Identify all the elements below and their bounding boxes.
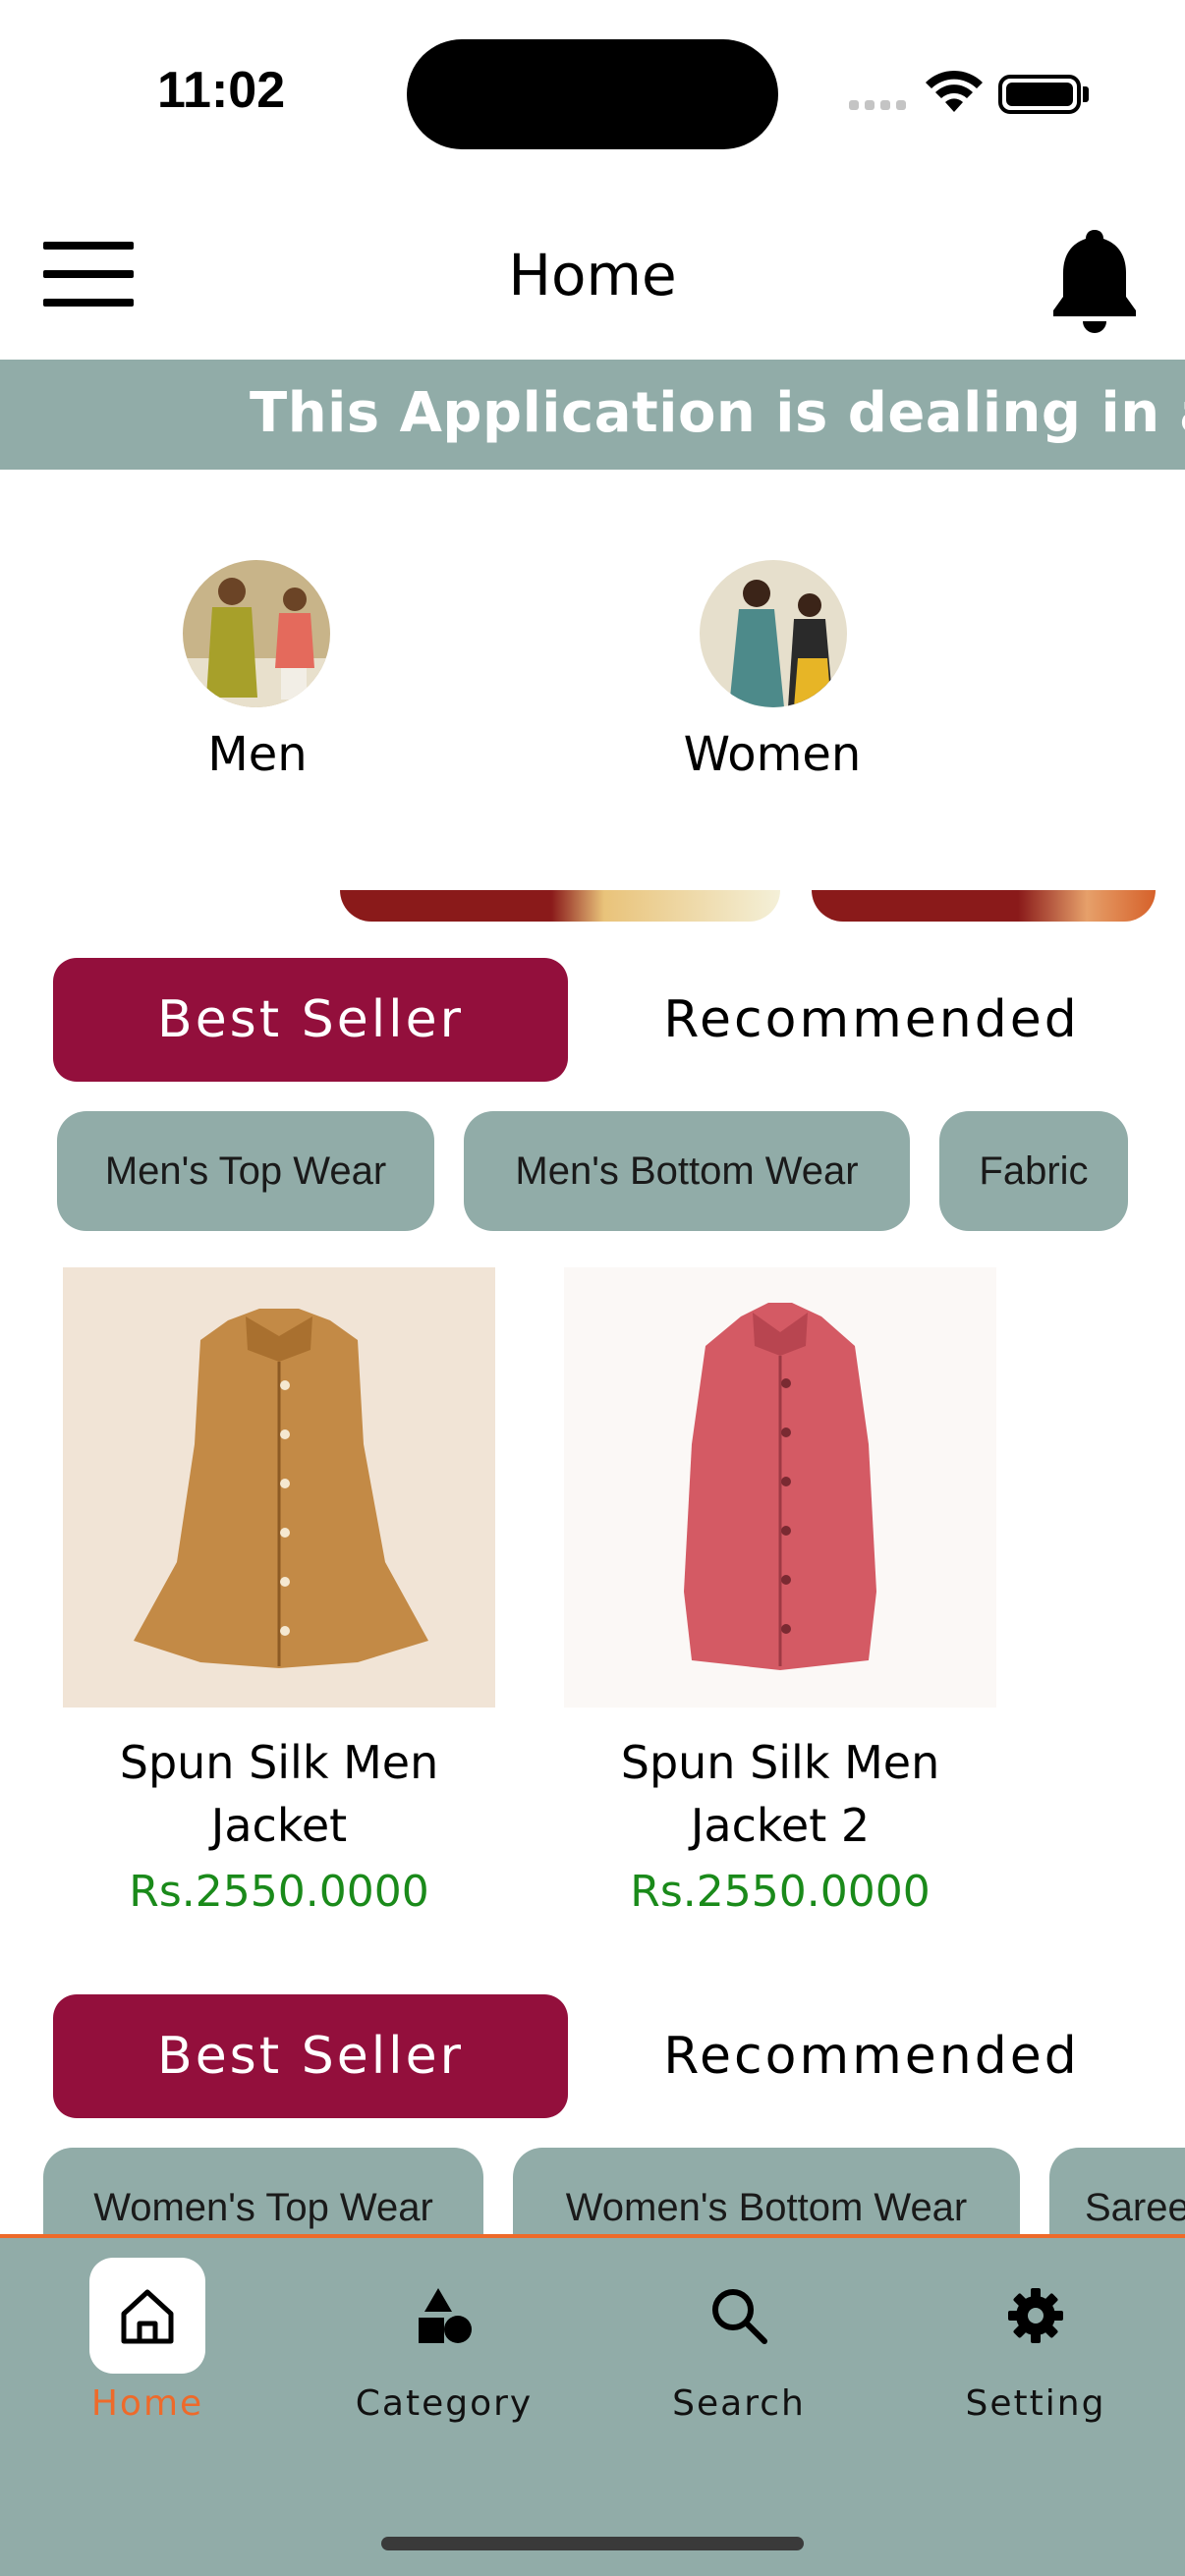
nav-item-search[interactable]: Search [621,2258,857,2435]
category-men-image[interactable] [183,560,330,707]
nav-label-category: Category [355,2383,534,2424]
bell-icon[interactable] [1049,226,1140,334]
banner-slide[interactable] [340,890,780,922]
tab-recommended[interactable]: Recommended [621,958,1122,1082]
nav-label-search: Search [672,2383,806,2424]
product-name: Spun Silk Men Jacket 2 [620,1736,940,1852]
chip-mens-top-wear[interactable]: Men's Top Wear [57,1111,434,1231]
nav-item-setting[interactable]: Setting [918,2258,1154,2435]
product-price: Rs.2550.0000 [129,1867,429,1917]
marquee-text: This Application is dealing in all [250,381,1185,445]
status-bar: 11:02 [0,0,1185,187]
cellular-signal-icon [849,100,906,110]
banner-slide[interactable] [812,890,1156,922]
product-name: Spun Silk Men Jacket [119,1736,439,1852]
search-icon [681,2258,797,2374]
dynamic-island [407,39,778,149]
nav-item-category[interactable]: Category [326,2258,562,2435]
chip-mens-bottom-wear[interactable]: Men's Bottom Wear [464,1111,910,1231]
app-bar: Home [0,206,1185,354]
home-indicator[interactable] [381,2537,804,2550]
status-time: 11:02 [157,62,286,119]
shapes-icon [386,2258,502,2374]
category-women-image[interactable] [700,560,847,707]
product-image [63,1267,495,1708]
product-card[interactable]: Spun Silk Men Jacket Rs.2550.0000 [63,1267,495,1917]
gear-icon [978,2258,1094,2374]
category-women-label[interactable]: Women [645,727,900,782]
nav-label-home: Home [90,2383,204,2424]
nav-label-setting: Setting [965,2383,1106,2424]
page-title: Home [508,242,677,308]
category-men-label[interactable]: Men [130,727,385,782]
product-card[interactable]: Spun Silk Men Jacket 2 Rs.2550.0000 [564,1267,996,1917]
battery-tip [1083,86,1089,102]
home-icon [89,2258,205,2374]
product-price: Rs.2550.0000 [630,1867,931,1917]
announcement-marquee: This Application is dealing in all [0,360,1185,470]
battery-icon [998,75,1081,114]
nav-item-home[interactable]: Home [29,2258,265,2435]
bottom-navigation-bar: Home Category Search Setting [0,2234,1185,2576]
product-image [564,1267,996,1708]
chip-fabric[interactable]: Fabric [939,1111,1128,1231]
tab-recommended[interactable]: Recommended [621,1994,1122,2118]
tab-best-seller[interactable]: Best Seller [53,958,568,1082]
wifi-icon [926,70,983,112]
tab-best-seller[interactable]: Best Seller [53,1994,568,2118]
